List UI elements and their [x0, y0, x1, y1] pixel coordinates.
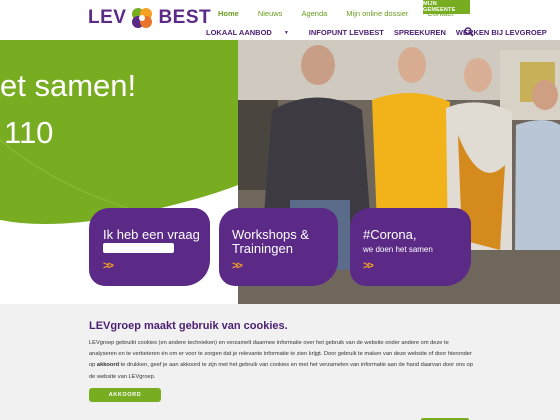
mainnav-spreekuren[interactable]: SPREEKUREN — [394, 28, 446, 37]
mainnav-lokaal-aanbod[interactable]: LOKAAL AANBOD ▼ — [206, 28, 299, 37]
topnav-home[interactable]: Home — [218, 9, 239, 18]
logo-text-lev: LEV — [88, 7, 127, 28]
cookie-text: LEVgroep gebruikt cookies (en andere tec… — [89, 338, 475, 383]
search-icon[interactable] — [464, 27, 474, 37]
card-corona[interactable]: #Corona, we doen het samen >> — [350, 208, 471, 286]
card-subtitle: we doen het samen — [363, 245, 433, 254]
akkoord-button[interactable]: AKKOORD — [89, 388, 161, 402]
cookie-title: LEVgroep maakt gebruik van cookies. — [89, 320, 288, 332]
arrow-right-icon: >> — [363, 260, 374, 272]
logo-text-best: BEST — [158, 7, 212, 28]
mijn-gemeente-button[interactable]: MIJN GEMEENTE — [423, 0, 470, 14]
caret-down-icon: ▼ — [283, 30, 289, 37]
cookie-text-bold: akkoord — [96, 362, 120, 369]
main-nav: LOKAAL AANBOD ▼ INFOPUNT LEVBEST SPREEKUR… — [206, 28, 557, 37]
topnav-agenda[interactable]: Agenda — [301, 9, 327, 18]
card-ik-heb-een-vraag[interactable]: Ik heb een vraag >> — [89, 208, 210, 286]
hero-heading: et samen! — [0, 68, 137, 103]
card-workshops-trainingen[interactable]: Workshops & Trainingen >> — [219, 208, 338, 286]
topnav-mijn-online-dossier[interactable]: Mijn online dossier — [346, 9, 408, 18]
arrow-right-icon: >> — [103, 260, 114, 272]
card-title: Workshops & Trainingen — [232, 227, 310, 256]
card-title: #Corona, — [363, 227, 417, 242]
site-header: LEV BEST Home Nieuws Agenda Mijn online … — [0, 0, 560, 40]
cookie-banner: LEVgroep maakt gebruik van cookies. LEVg… — [0, 304, 560, 420]
mainnav-lokaal-aanbod-label: LOKAAL AANBOD — [206, 28, 272, 37]
card-title: Ik heb een vraag — [103, 227, 200, 242]
topnav-nieuws[interactable]: Nieuws — [258, 9, 283, 18]
cookie-text-part2: te drukken, geef je aan akkoord te zijn … — [89, 362, 473, 380]
question-input[interactable] — [103, 243, 174, 253]
hero-phone-number: 110 — [4, 115, 54, 150]
mainnav-infopunt[interactable]: INFOPUNT LEVBEST — [309, 28, 384, 37]
arrow-right-icon: >> — [232, 260, 243, 272]
levbest-logo[interactable]: LEV BEST — [88, 5, 211, 31]
clover-logo-icon — [132, 8, 153, 28]
